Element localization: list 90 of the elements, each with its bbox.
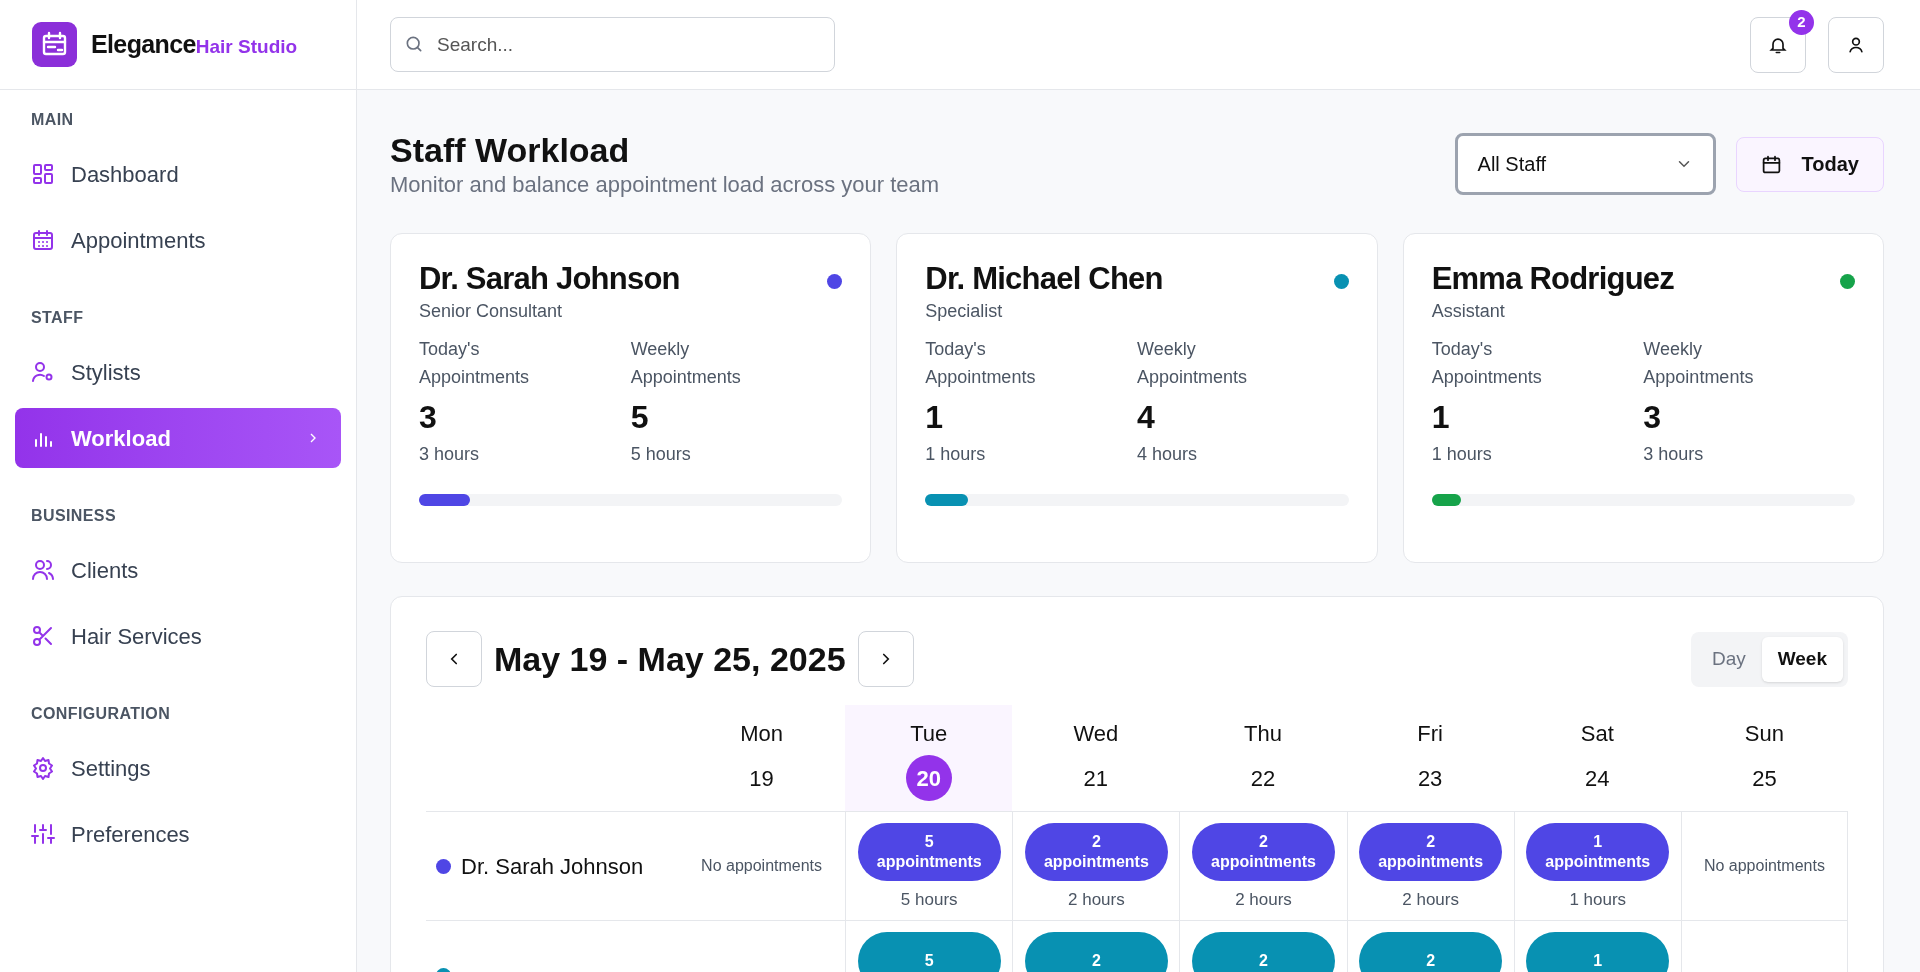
sidebar-item[interactable]: Settings (15, 738, 341, 798)
stat-hours: 3 hours (1643, 443, 1705, 466)
stat-hours: 1 hours (925, 443, 987, 466)
day-date: 19 (748, 764, 775, 793)
appointment-pill: 2 appointments (1359, 823, 1503, 881)
day-header: Tue 20 (845, 705, 1013, 812)
today-button[interactable]: Today (1735, 136, 1884, 192)
brand-tagline: Hair Studio (195, 35, 298, 57)
day-header: Wed 21 (1012, 705, 1180, 812)
appointment-pill: 1 appointments (1526, 823, 1670, 881)
day-header: Thu 22 (1179, 705, 1347, 812)
week-range: May 19 - May 25, 2025 (494, 638, 846, 680)
appointment-pill: 2 (1024, 932, 1168, 972)
section-label: STAFF (30, 308, 85, 328)
appointment-pill: 5 (857, 932, 1001, 972)
stat-hours: 5 hours (630, 443, 692, 466)
hours-label: 2 hours (1402, 889, 1459, 911)
notifications-button[interactable] (1750, 16, 1806, 73)
user-button[interactable] (1828, 16, 1884, 73)
day-header: Sat 24 (1513, 705, 1681, 812)
sidebar-item[interactable]: Clients (15, 540, 341, 600)
sliders-icon (31, 822, 55, 846)
page-title: Staff Workload (390, 130, 631, 170)
sidebar-item[interactable]: Dashboard (15, 144, 341, 204)
page-subtitle: Monitor and balance appointment load across your team (390, 171, 940, 199)
grid-icon (31, 162, 55, 186)
stat-label: Today's Appointments (925, 338, 1037, 389)
appointment-pill: 1 (1526, 932, 1670, 972)
view-tab[interactable]: Week (1761, 636, 1843, 682)
stat-hours: 1 hours (1431, 443, 1493, 466)
staff-name: Dr. Sarah Johnson (461, 852, 644, 881)
day-date: 21 (1082, 764, 1110, 793)
search-field[interactable]: Search... (390, 17, 835, 72)
stat-label: Today's Appointments (419, 338, 531, 389)
day-date: 24 (1584, 764, 1611, 793)
stat-value: 1 (925, 398, 945, 437)
empty-label: No appointments (701, 856, 823, 876)
appointment-pill: 2 (1359, 932, 1503, 972)
appointment-pill: 5 appointments (857, 823, 1001, 881)
section-label: MAIN (30, 110, 75, 130)
stat-value: 5 (630, 398, 650, 437)
settings-icon (31, 756, 55, 780)
section-label: CONFIGURATION (30, 704, 172, 724)
stat-value: 1 (1431, 398, 1451, 437)
sidebar-item[interactable]: Workload (15, 408, 341, 468)
stat-label: Weekly Appointments (630, 338, 742, 389)
hours-label: 5 hours (900, 889, 958, 911)
hours-label: 2 hours (1068, 889, 1125, 911)
stat-hours: 4 hours (1137, 443, 1199, 466)
staff-name: Emma Rodriguez (1431, 260, 1674, 298)
appointment-pill: 2 appointments (1024, 823, 1168, 881)
stat-hours: 3 hours (419, 443, 481, 466)
staff-name: Dr. Michael Chen (925, 260, 1163, 298)
section-label: BUSINESS (30, 506, 117, 526)
day-header: Fri 23 (1346, 705, 1514, 812)
staff-role: Senior Consultant (419, 300, 564, 323)
hours-label: 2 hours (1235, 889, 1292, 911)
day-date: 20 (905, 755, 952, 801)
sidebar-item[interactable]: Stylists (15, 342, 341, 402)
user-gear-icon (31, 360, 55, 384)
sidebar-item[interactable]: Hair Services (15, 606, 341, 666)
staff-filter-dropdown[interactable]: All Staff (1454, 133, 1716, 195)
users-icon (31, 558, 55, 582)
view-tab[interactable]: Day (1695, 636, 1762, 682)
calendar-logo-icon (32, 22, 77, 67)
calendar-icon (1760, 153, 1782, 175)
day-date: 23 (1416, 764, 1444, 793)
appointment-pill: 2 (1192, 932, 1335, 972)
day-date: 22 (1249, 764, 1277, 793)
stat-label: Today's Appointments (1431, 338, 1543, 389)
appointment-pill: 2 appointments (1192, 823, 1335, 881)
notification-count: 2 (1789, 9, 1814, 35)
staff-role: Specialist (925, 300, 1004, 323)
day-date: 25 (1751, 764, 1778, 793)
stat-value: 4 (1137, 398, 1156, 437)
stat-label: Weekly Appointments (1137, 338, 1249, 389)
hours-label: 1 hours (1569, 889, 1627, 911)
search-icon (404, 34, 424, 54)
scissors-icon (31, 624, 55, 648)
sidebar-item[interactable]: Preferences (15, 804, 341, 864)
sidebar-item[interactable]: Appointments (15, 210, 341, 270)
empty-label: No appointments (1703, 856, 1825, 876)
stat-value: 3 (1643, 398, 1663, 437)
staff-role: Assistant (1431, 300, 1506, 323)
stat-label: Weekly Appointments (1643, 338, 1755, 389)
calendar-icon (31, 228, 55, 252)
staff-name: Dr. Sarah Johnson (419, 260, 680, 298)
brand-name: Elegance (91, 28, 196, 60)
stat-value: 3 (419, 398, 438, 437)
day-header: Sun 25 (1680, 705, 1848, 812)
